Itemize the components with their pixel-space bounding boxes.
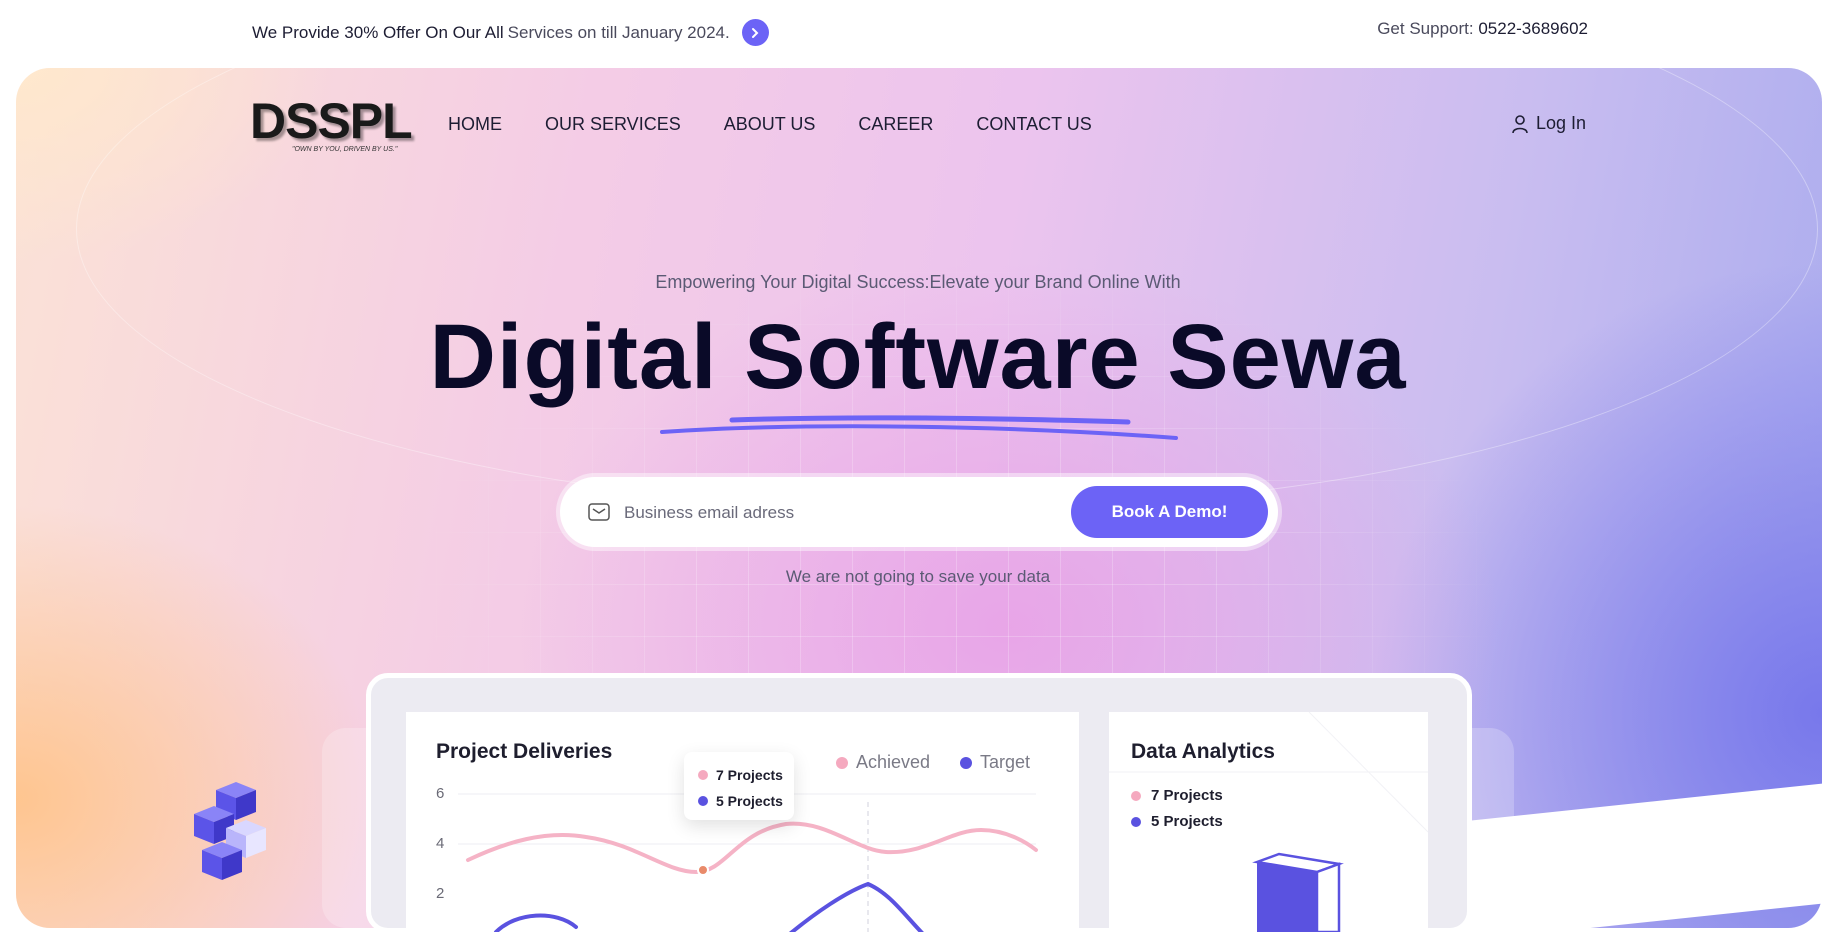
tooltip-row: 5 Projects	[698, 793, 783, 809]
nav-contact-us[interactable]: CONTACT US	[976, 114, 1091, 135]
tooltip-row: 7 Projects	[698, 767, 783, 783]
deliveries-line-chart	[458, 793, 1038, 932]
support-info: Get Support: 0522-3689602	[1377, 19, 1588, 39]
login-button[interactable]: Log In	[1512, 113, 1586, 134]
nav-home[interactable]: HOME	[448, 114, 502, 135]
hero-kicker: Empowering Your Digital Success:Elevate …	[655, 272, 1181, 292]
nav-our-services[interactable]: OUR SERVICES	[545, 114, 681, 135]
nav-about-us[interactable]: ABOUT US	[724, 114, 816, 135]
offer-arrow-button[interactable]	[741, 19, 769, 46]
tooltip-dot	[698, 770, 708, 780]
achieved-point	[697, 864, 709, 876]
site-logo[interactable]: DSSPL "OWN BY YOU, DRIVEN BY US."	[250, 96, 415, 156]
privacy-note: We are not going to save your data	[785, 567, 1051, 586]
user-icon	[1512, 114, 1528, 133]
nav-career[interactable]: CAREER	[858, 114, 933, 135]
project-deliveries-card: Project Deliveries Achieved Target 6 4 2…	[406, 712, 1079, 932]
login-label: Log In	[1535, 113, 1586, 133]
tooltip-label: 7 Projects	[716, 767, 783, 783]
logo-text: DSSPL	[250, 93, 413, 149]
chart-tooltip: 7 Projects 5 Projects	[684, 752, 794, 820]
support-label: Get Support:	[1377, 19, 1474, 38]
offer-main: We Provide 30% Offer On Our All	[252, 22, 504, 42]
data-analytics-card: Data Analytics 7 Projects 5 Projects	[1109, 712, 1428, 932]
book-demo-button[interactable]: Book A Demo!	[1071, 486, 1268, 538]
achieved-series-line	[466, 821, 1038, 875]
dashboard-preview: Project Deliveries Achieved Target 6 4 2…	[366, 673, 1472, 933]
announcement-bar: We Provide 30% Offer On Our All Services…	[0, 0, 1836, 62]
target-series-line	[494, 881, 924, 932]
tooltip-dot	[698, 796, 708, 806]
demo-form: Book A Demo!	[560, 477, 1278, 547]
cubes-illustration	[194, 782, 266, 880]
offer-rest: Services on till January 2024.	[507, 22, 730, 42]
logo-tagline: "OWN BY YOU, DRIVEN BY US."	[292, 146, 398, 153]
main-nav: HOME OUR SERVICES ABOUT US CAREER CONTAC…	[448, 114, 1135, 135]
email-input[interactable]	[622, 495, 1026, 531]
offer-text: We Provide 30% Offer On Our All Services…	[252, 19, 769, 46]
chevron-right-icon	[752, 27, 759, 38]
support-phone[interactable]: 0522-3689602	[1478, 19, 1588, 38]
title-underline-stroke	[660, 415, 1178, 440]
analytics-illustration	[1109, 712, 1428, 932]
hero-title: Digital Software Sewa	[429, 306, 1407, 408]
mail-icon	[588, 503, 610, 521]
tooltip-label: 5 Projects	[716, 793, 783, 809]
